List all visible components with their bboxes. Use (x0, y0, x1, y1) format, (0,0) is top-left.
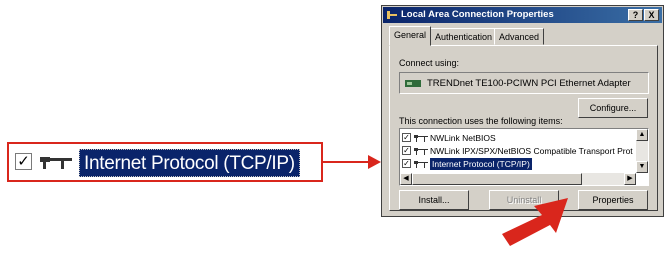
title-bar[interactable]: Local Area Connection Properties ? X (383, 7, 662, 23)
horizontal-scrollbar[interactable]: ◀ ▶ (400, 173, 636, 185)
item-label: NWLink IPX/SPX/NetBIOS Compatible Transp… (430, 146, 633, 156)
help-button[interactable]: ? (628, 9, 643, 21)
network-protocol-icon (40, 157, 72, 169)
zoomed-item-label: Internet Protocol (TCP/IP) (79, 149, 300, 177)
item-checkbox[interactable]: ✓ (402, 133, 411, 142)
callout-connector-line (323, 161, 371, 163)
checkbox-checked[interactable]: ✓ (15, 153, 32, 170)
scroll-thumb[interactable] (412, 173, 582, 185)
red-arrow-pointer (502, 198, 568, 246)
connection-icon (387, 11, 397, 19)
install-button[interactable]: Install... (399, 190, 469, 210)
tab-authentication[interactable]: Authentication (430, 28, 498, 45)
dialog-title: Local Area Connection Properties (401, 9, 554, 20)
scroll-down-icon[interactable]: ▼ (636, 161, 648, 173)
adapter-name: TRENDnet TE100-PCIWN PCI Ethernet Adapte… (427, 78, 631, 89)
scroll-left-icon[interactable]: ◀ (400, 173, 412, 185)
components-list[interactable]: ✓ NWLink NetBIOS ✓ NWLink IPX/SPX/NetBIO… (399, 128, 649, 186)
network-protocol-icon (414, 161, 428, 168)
vertical-scrollbar[interactable]: ▲ ▼ (636, 129, 648, 173)
tab-advanced[interactable]: Advanced (494, 28, 545, 45)
properties-dialog: Local Area Connection Properties ? X Gen… (381, 5, 664, 217)
tab-general[interactable]: General (389, 26, 432, 46)
scroll-up-icon[interactable]: ▲ (636, 129, 648, 141)
network-protocol-icon (414, 135, 428, 142)
items-label: This connection uses the following items… (399, 116, 563, 126)
zoom-callout: ✓ Internet Protocol (TCP/IP) (7, 142, 323, 182)
item-checkbox[interactable]: ✓ (402, 159, 411, 168)
connect-using-label: Connect using: (399, 58, 460, 68)
network-protocol-icon (414, 148, 428, 155)
close-button[interactable]: X (644, 9, 659, 21)
configure-button[interactable]: Configure... (578, 98, 648, 118)
network-adapter-icon (405, 80, 421, 87)
callout-arrowhead (368, 155, 381, 169)
scroll-right-icon[interactable]: ▶ (624, 173, 636, 185)
item-checkbox[interactable]: ✓ (402, 146, 411, 155)
adapter-field: TRENDnet TE100-PCIWN PCI Ethernet Adapte… (399, 72, 649, 94)
item-label: Internet Protocol (TCP/IP) (430, 158, 532, 170)
properties-button[interactable]: Properties (578, 190, 648, 210)
item-label: NWLink NetBIOS (430, 133, 496, 143)
